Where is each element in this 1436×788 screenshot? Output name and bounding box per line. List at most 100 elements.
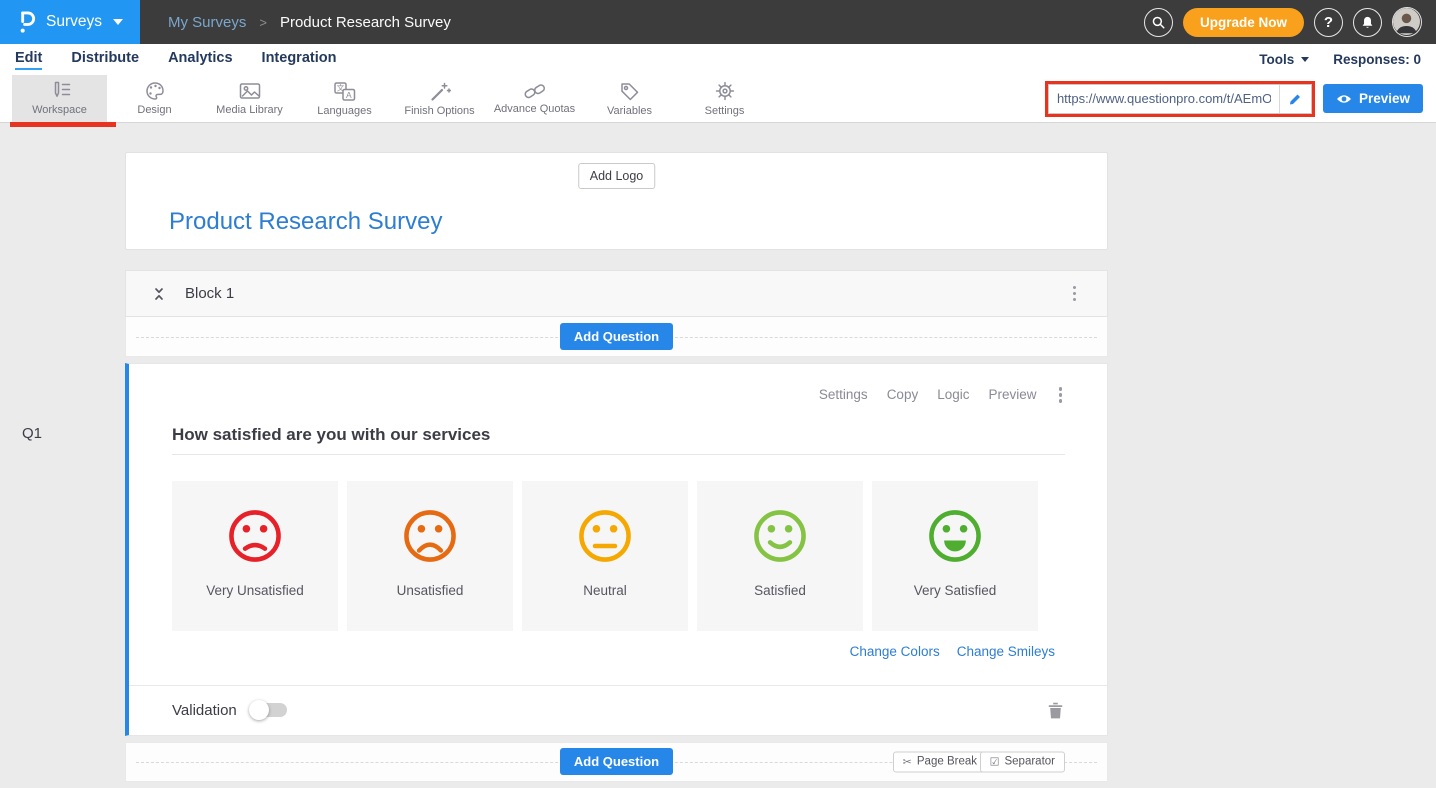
survey-url-input[interactable]	[1049, 85, 1279, 113]
question-settings-link[interactable]: Settings	[819, 387, 868, 402]
pencil-icon	[1288, 92, 1302, 106]
question-footer: Validation	[129, 685, 1107, 735]
brand-menu[interactable]: Surveys	[0, 0, 140, 44]
big-smile-face-icon	[926, 507, 984, 565]
bell-icon	[1360, 15, 1375, 30]
section-nav: Edit Distribute Analytics Integration To…	[0, 44, 1436, 75]
add-logo-button[interactable]: Add Logo	[578, 163, 656, 189]
question-more-options-icon[interactable]	[1056, 384, 1066, 406]
validation-label: Validation	[172, 702, 237, 719]
palette-icon	[143, 81, 167, 101]
change-smileys-link[interactable]: Change Smileys	[957, 644, 1055, 659]
survey-title[interactable]: Product Research Survey	[169, 208, 442, 236]
smiley-option-very-satisfied[interactable]: Very Satisfied	[872, 481, 1038, 631]
upgrade-now-button[interactable]: Upgrade Now	[1183, 8, 1304, 37]
gear-icon	[714, 80, 736, 102]
question-mark-icon: ?	[1324, 14, 1333, 31]
help-button[interactable]: ?	[1314, 8, 1343, 37]
frown-face-icon	[401, 507, 459, 565]
neutral-face-icon	[576, 507, 634, 565]
preview-label: Preview	[1359, 91, 1410, 106]
workspace-icon	[47, 81, 73, 101]
breadcrumb-my-surveys[interactable]: My Surveys	[168, 14, 246, 31]
toolbar-item-advance-quotas[interactable]: Advance Quotas	[487, 75, 582, 122]
question-text[interactable]: How satisfied are you with our services	[172, 425, 1065, 455]
tab-analytics[interactable]: Analytics	[168, 50, 232, 70]
toolbar-item-languages[interactable]: 文 A Languages	[297, 75, 392, 122]
magic-wand-icon	[429, 81, 451, 102]
survey-header-card: Add Logo Product Research Survey	[125, 152, 1108, 250]
toolbar-item-settings[interactable]: Settings	[677, 75, 772, 122]
block-title[interactable]: Block 1	[185, 285, 234, 302]
collapse-block-icon[interactable]	[151, 286, 167, 302]
separator-button[interactable]: ☑ Separator	[980, 751, 1065, 772]
question-preview-link[interactable]: Preview	[988, 387, 1036, 402]
add-question-strip-top: Add Question	[125, 317, 1108, 357]
brand-label: Surveys	[46, 13, 102, 31]
delete-question-button[interactable]	[1048, 702, 1063, 719]
notifications-button[interactable]	[1353, 8, 1382, 37]
workspace-canvas: Q1 Add Logo Product Research Survey Bloc…	[0, 123, 1436, 788]
add-question-button-top[interactable]: Add Question	[560, 323, 673, 350]
block-more-options-icon[interactable]	[1070, 283, 1080, 305]
toolbar-item-media-library[interactable]: Media Library	[202, 75, 297, 122]
image-icon	[237, 81, 263, 101]
edit-toolbar: Workspace Design Media Library 文 A Langu…	[0, 75, 1436, 123]
toolbar-item-variables[interactable]: Variables	[582, 75, 677, 122]
questionpro-logo-icon	[16, 9, 37, 36]
toolbar-right: Preview	[1045, 75, 1436, 122]
question-number: Q1	[22, 425, 42, 442]
block-1: Block 1 Add Question Settings Copy Logic…	[125, 270, 1108, 782]
tab-distribute[interactable]: Distribute	[71, 50, 139, 70]
question-actions: Settings Copy Logic Preview	[172, 384, 1065, 406]
breadcrumb-current-survey: Product Research Survey	[280, 14, 451, 31]
trash-icon	[1048, 702, 1063, 719]
topbar-actions: Upgrade Now ?	[1144, 7, 1436, 37]
page-break-button[interactable]: ✂ Page Break	[893, 751, 987, 772]
smiley-scale: Very Unsatisfied Unsatisfied Neutral	[172, 481, 1065, 631]
sad-face-icon	[226, 507, 284, 565]
checkbox-checked-icon: ☑	[990, 755, 1000, 768]
tab-edit[interactable]: Edit	[15, 50, 42, 70]
tools-menu[interactable]: Tools	[1259, 52, 1309, 67]
chain-link-icon	[523, 82, 547, 100]
survey-url-box	[1048, 84, 1312, 114]
page-break-label: Page Break	[917, 756, 977, 768]
scissors-icon: ✂	[903, 755, 912, 768]
avatar[interactable]	[1392, 7, 1422, 37]
responses-count[interactable]: Responses: 0	[1333, 52, 1421, 67]
toolbar-item-workspace[interactable]: Workspace	[12, 75, 107, 122]
add-question-button-bottom[interactable]: Add Question	[560, 748, 673, 775]
add-question-strip-bottom: Add Question ✂ Page Break ☑ Separator	[125, 742, 1108, 782]
tab-integration[interactable]: Integration	[262, 50, 337, 70]
separator-label: Separator	[1004, 756, 1055, 768]
search-button[interactable]	[1144, 8, 1173, 37]
annotation-box-url	[1045, 81, 1315, 117]
question-logic-link[interactable]: Logic	[937, 387, 969, 402]
smiley-option-neutral[interactable]: Neutral	[522, 481, 688, 631]
tag-icon	[619, 81, 640, 102]
toolbar-item-design[interactable]: Design	[107, 75, 202, 122]
preview-button[interactable]: Preview	[1323, 84, 1423, 113]
smiley-customize-links: Change Colors Change Smileys	[172, 644, 1065, 659]
toolbar-item-finish-options[interactable]: Finish Options	[392, 75, 487, 122]
smiley-option-very-unsatisfied[interactable]: Very Unsatisfied	[172, 481, 338, 631]
edit-url-button[interactable]	[1279, 85, 1311, 113]
annotation-underline-workspace	[10, 122, 116, 127]
chevron-down-icon	[113, 19, 123, 25]
toggle-knob	[249, 700, 269, 720]
breadcrumb: My Surveys > Product Research Survey	[168, 14, 451, 31]
validation-toggle[interactable]	[251, 703, 287, 717]
question-copy-link[interactable]: Copy	[887, 387, 919, 402]
svg-text:A: A	[346, 89, 352, 99]
eye-icon	[1336, 93, 1352, 105]
top-bar: Surveys My Surveys > Product Research Su…	[0, 0, 1436, 44]
smiley-option-satisfied[interactable]: Satisfied	[697, 481, 863, 631]
breadcrumb-separator: >	[259, 15, 267, 30]
smiley-option-unsatisfied[interactable]: Unsatisfied	[347, 481, 513, 631]
translate-icon: 文 A	[332, 81, 357, 102]
chevron-down-icon	[1301, 57, 1309, 62]
change-colors-link[interactable]: Change Colors	[850, 644, 940, 659]
nav-right: Tools Responses: 0	[1259, 52, 1421, 67]
smile-face-icon	[751, 507, 809, 565]
